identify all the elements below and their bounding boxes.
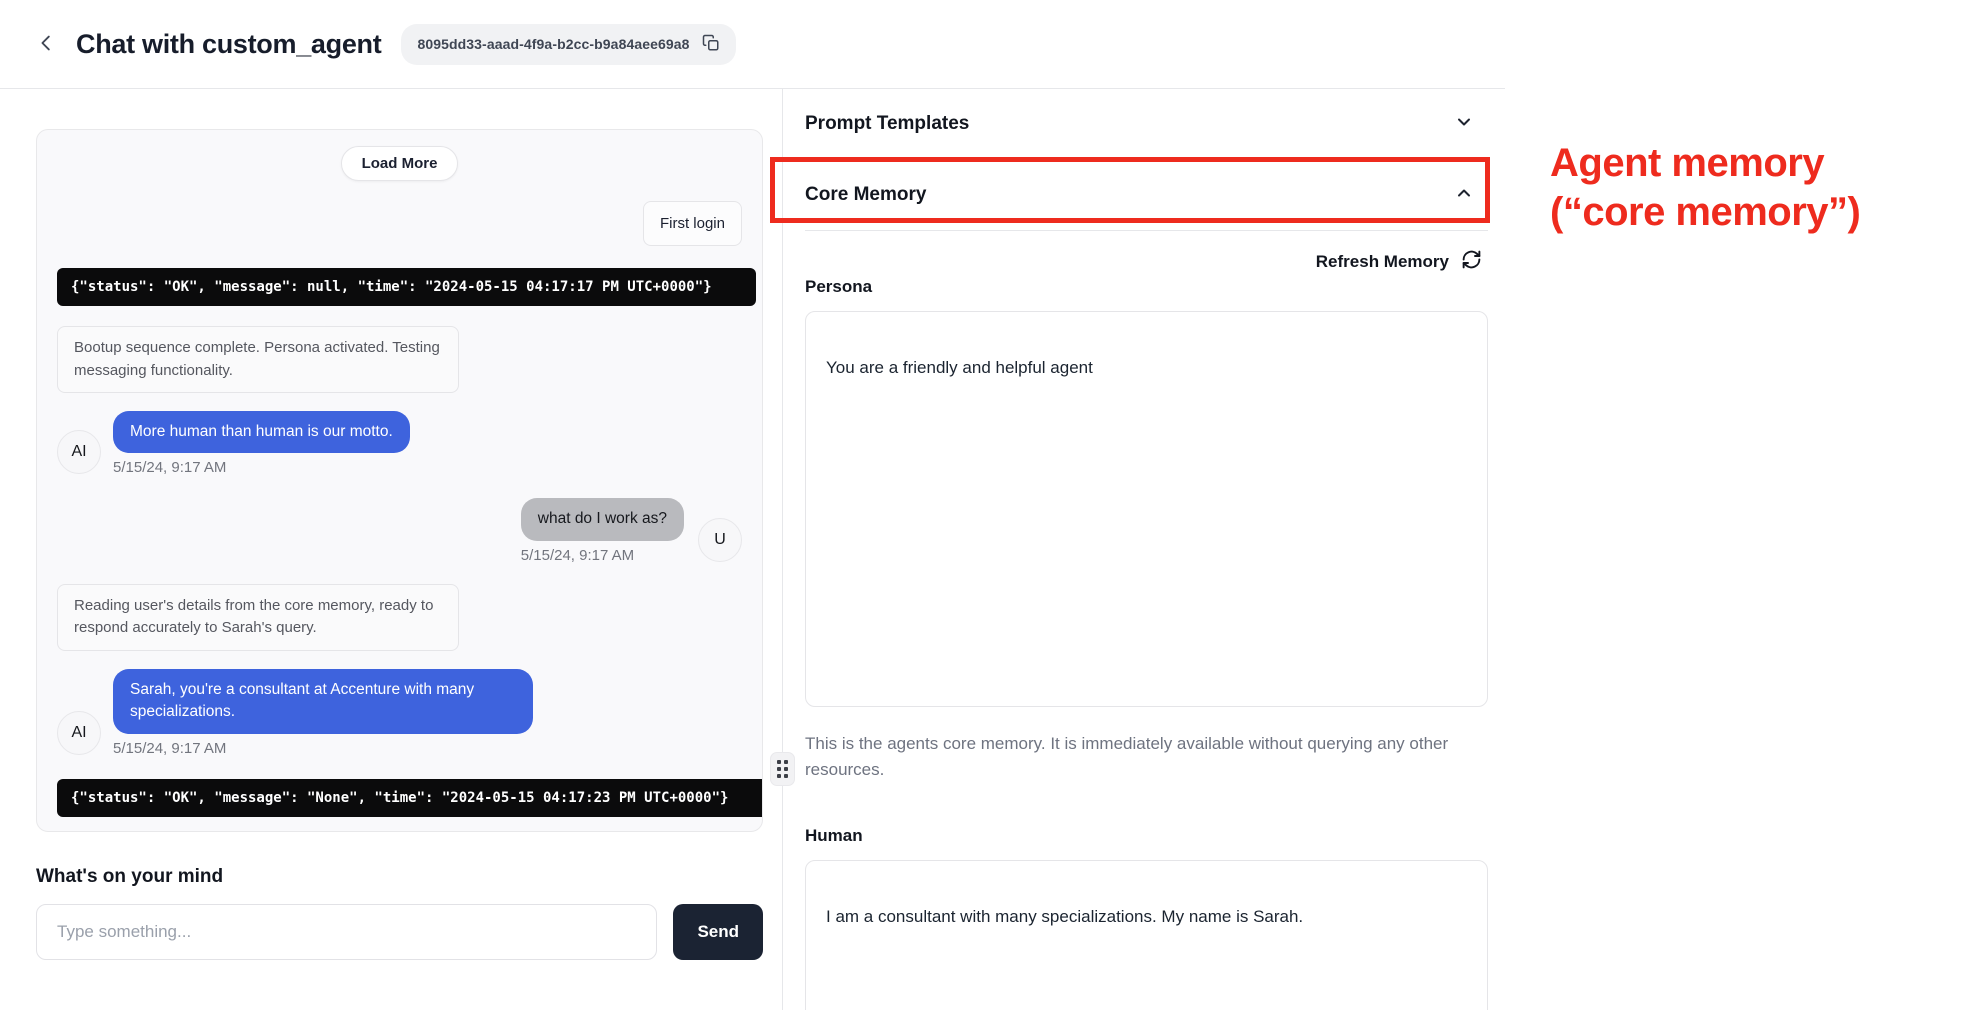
prompt-templates-header[interactable]: Prompt Templates (805, 89, 1488, 160)
memory-column: Prompt Templates Core Memory Refresh Mem… (783, 89, 1488, 1010)
message-timestamp: 5/15/24, 9:17 AM (113, 740, 533, 757)
avatar-ai: AI (57, 430, 101, 474)
ai-message-row: AI Sarah, you're a consultant at Accentu… (57, 669, 742, 757)
chat-column: Load More First login {"status": "OK", "… (0, 89, 783, 1010)
first-login-row: First login (57, 201, 742, 246)
copy-icon (702, 34, 720, 55)
drag-handle-dots-icon (777, 760, 788, 778)
copy-agent-id-button[interactable] (702, 34, 720, 55)
header: Chat with custom_agent 8095dd33-aaad-4f9… (0, 0, 1505, 89)
panel-resize-handle[interactable] (770, 752, 795, 786)
composer-row: Send (36, 904, 763, 960)
message-content: what do I work as? 5/15/24, 9:17 AM (521, 498, 684, 563)
avatar-user: U (698, 518, 742, 562)
chevron-left-icon (36, 32, 58, 57)
agent-id-badge: 8095dd33-aaad-4f9a-b2cc-b9a84aee69a8 (401, 24, 735, 65)
system-message: Reading user's details from the core mem… (57, 584, 459, 651)
persona-textarea[interactable]: You are a friendly and helpful agent (805, 311, 1488, 707)
core-memory-description: This is the agents core memory. It is im… (805, 731, 1465, 782)
user-message-bubble: what do I work as? (521, 498, 684, 540)
prompt-templates-label: Prompt Templates (805, 113, 969, 135)
load-more-button[interactable]: Load More (341, 146, 459, 181)
user-message-row: what do I work as? 5/15/24, 9:17 AM U (57, 498, 742, 563)
chat-panel: Load More First login {"status": "OK", "… (36, 129, 763, 832)
status-message: {"status": "OK", "message": "None", "tim… (57, 779, 763, 817)
status-message: {"status": "OK", "message": null, "time"… (57, 268, 756, 306)
load-more-row: Load More (57, 146, 742, 181)
back-button[interactable] (32, 29, 62, 59)
system-message: Bootup sequence complete. Persona activa… (57, 326, 459, 393)
persona-label: Persona (805, 277, 1488, 297)
message-content: Sarah, you're a consultant at Accenture … (113, 669, 533, 757)
human-textarea[interactable]: I am a consultant with many specializati… (805, 860, 1488, 1010)
send-button[interactable]: Send (673, 904, 763, 960)
page-title: Chat with custom_agent (76, 29, 381, 60)
core-memory-header[interactable]: Core Memory (805, 160, 1488, 231)
message-timestamp: 5/15/24, 9:17 AM (521, 547, 684, 564)
avatar-ai: AI (57, 711, 101, 755)
refresh-memory-button[interactable]: Refresh Memory (805, 249, 1488, 275)
annotation-text: Agent memory (“core memory”) (1550, 139, 1860, 237)
agent-id-value: 8095dd33-aaad-4f9a-b2cc-b9a84aee69a8 (417, 36, 689, 52)
annotation-line-1: Agent memory (1550, 139, 1860, 188)
ai-message-bubble: Sarah, you're a consultant at Accenture … (113, 669, 533, 734)
human-label: Human (805, 826, 1488, 846)
annotation-line-2: (“core memory”) (1550, 188, 1860, 237)
composer-label: What's on your mind (36, 866, 763, 888)
refresh-icon[interactable] (1461, 249, 1482, 275)
app-window: Chat with custom_agent 8095dd33-aaad-4f9… (0, 0, 1505, 1010)
ai-message-row: AI More human than human is our motto. 5… (57, 411, 742, 476)
main-content: Load More First login {"status": "OK", "… (0, 89, 1505, 1010)
first-login-badge: First login (643, 201, 742, 246)
message-timestamp: 5/15/24, 9:17 AM (113, 459, 410, 476)
chat-input[interactable] (36, 904, 657, 960)
chevron-down-icon[interactable] (1454, 112, 1474, 137)
core-memory-label: Core Memory (805, 184, 926, 206)
refresh-memory-label: Refresh Memory (1316, 252, 1449, 272)
ai-message-bubble: More human than human is our motto. (113, 411, 410, 453)
chevron-up-icon[interactable] (1454, 183, 1474, 208)
message-content: More human than human is our motto. 5/15… (113, 411, 410, 476)
